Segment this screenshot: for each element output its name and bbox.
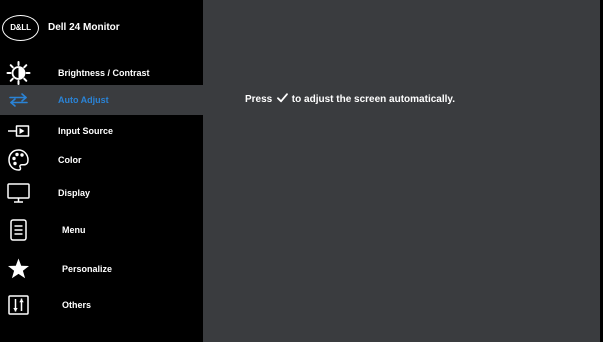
osd-content-panel: Press to adjust the screen automatically…: [203, 0, 600, 342]
menu-label: Menu: [62, 225, 86, 235]
osd-header: D&LL Dell 24 Monitor: [0, 0, 203, 54]
monitor-osd: D&LL Dell 24 Monitor Brightness / Contra…: [0, 0, 603, 342]
menu-label: Color: [58, 155, 82, 165]
auto-adjust-icon: [9, 93, 28, 107]
menu-label: Input Source: [58, 126, 114, 136]
menu-label: Personalize: [62, 264, 113, 274]
input-source-icon: [8, 125, 30, 137]
menu-document-icon: [10, 219, 27, 241]
menu-label: Display: [58, 188, 91, 198]
osd-sidebar: D&LL Dell 24 Monitor Brightness / Contra…: [0, 0, 203, 342]
brightness-icon: [6, 61, 31, 85]
display-monitor-icon: [7, 183, 30, 203]
menu-item-input-source[interactable]: Input Source: [0, 116, 203, 146]
hint-text-before: Press: [245, 94, 276, 105]
dell-logo: D&LL: [2, 15, 39, 41]
menu-item-color[interactable]: Color: [0, 145, 203, 175]
menu-item-menu[interactable]: Menu: [0, 215, 203, 245]
color-palette-icon: [8, 149, 29, 171]
auto-adjust-hint: Press to adjust the screen automatically…: [245, 93, 455, 106]
menu-item-others[interactable]: Others: [0, 290, 203, 320]
menu-label: Brightness / Contrast: [58, 68, 150, 78]
star-icon: [8, 258, 29, 279]
hint-text-after: to adjust the screen automatically.: [289, 94, 456, 105]
others-sliders-icon: [8, 295, 29, 315]
menu-label: Auto Adjust: [58, 95, 109, 105]
menu-item-auto-adjust[interactable]: Auto Adjust: [0, 85, 203, 115]
menu-item-personalize[interactable]: Personalize: [0, 254, 203, 284]
checkmark-icon: [277, 93, 288, 103]
menu-label: Others: [62, 300, 92, 310]
menu-item-brightness-contrast[interactable]: Brightness / Contrast: [0, 58, 203, 88]
menu-item-display[interactable]: Display: [0, 178, 203, 208]
product-name: Dell 24 Monitor: [48, 22, 120, 33]
